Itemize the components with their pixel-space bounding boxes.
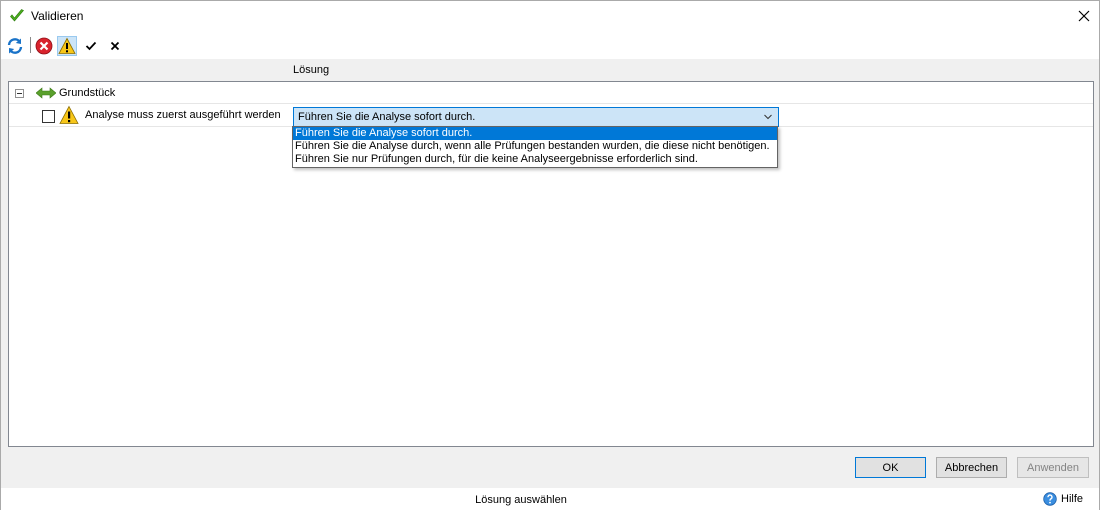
- column-header-solution: Lösung: [293, 64, 330, 76]
- error-filter-icon: [35, 37, 53, 55]
- warning-filter-icon: [58, 37, 76, 54]
- errors-filter-button[interactable]: [34, 36, 54, 56]
- uncheck-all-icon: [110, 41, 120, 51]
- validation-item-row[interactable]: Analyse muss zuerst ausgeführt werden Fü…: [9, 104, 1093, 127]
- grid-header: Lösung: [1, 59, 1099, 81]
- refresh-button[interactable]: [5, 36, 25, 56]
- close-icon[interactable]: [1075, 7, 1093, 25]
- cancel-button[interactable]: Abbrechen: [936, 457, 1007, 478]
- dropdown-option[interactable]: Führen Sie die Analyse sofort durch.: [293, 127, 777, 140]
- item-checkbox[interactable]: [42, 110, 55, 123]
- collapse-toggle[interactable]: [15, 89, 24, 98]
- status-text: Lösung auswählen: [475, 494, 567, 506]
- group-label: Grundstück: [59, 87, 116, 99]
- dropdown-option[interactable]: Führen Sie die Analyse durch, wenn alle …: [293, 140, 777, 153]
- help-link[interactable]: Hilfe: [1043, 491, 1083, 507]
- uncheck-all-button[interactable]: [105, 36, 125, 56]
- help-label: Hilfe: [1061, 493, 1084, 505]
- chevron-down-icon: [764, 114, 772, 120]
- check-all-icon: [85, 41, 97, 51]
- warnings-filter-button[interactable]: [57, 36, 77, 56]
- solution-dropdown-list: Führen Sie die Analyse sofort durch. Füh…: [292, 126, 778, 168]
- window-title: Validieren: [31, 9, 84, 23]
- ok-button[interactable]: OK: [855, 457, 926, 478]
- toolbar: [1, 31, 1099, 59]
- warning-icon: [59, 105, 79, 124]
- checkmark-icon: [10, 9, 24, 22]
- solution-select-value: Führen Sie die Analyse sofort durch.: [298, 111, 476, 123]
- apply-button[interactable]: Anwenden: [1017, 457, 1089, 478]
- solution-select[interactable]: Führen Sie die Analyse sofort durch.: [293, 107, 779, 127]
- item-label: Analyse muss zuerst ausgeführt werden: [85, 109, 281, 121]
- validation-dialog: Validieren Lösung Grundstück Analyse mus…: [0, 0, 1100, 510]
- dropdown-option[interactable]: Führen Sie nur Prüfungen durch, für die …: [293, 153, 777, 166]
- check-all-button[interactable]: [81, 36, 101, 56]
- toolbar-separator: [30, 37, 31, 53]
- help-icon: [1043, 492, 1057, 506]
- refresh-icon: [7, 38, 23, 54]
- status-bar: Lösung auswählen Hilfe: [1, 488, 1099, 510]
- title-bar: Validieren: [1, 1, 1099, 31]
- parcel-icon: [36, 87, 56, 99]
- tree-group-row[interactable]: Grundstück: [9, 83, 1093, 104]
